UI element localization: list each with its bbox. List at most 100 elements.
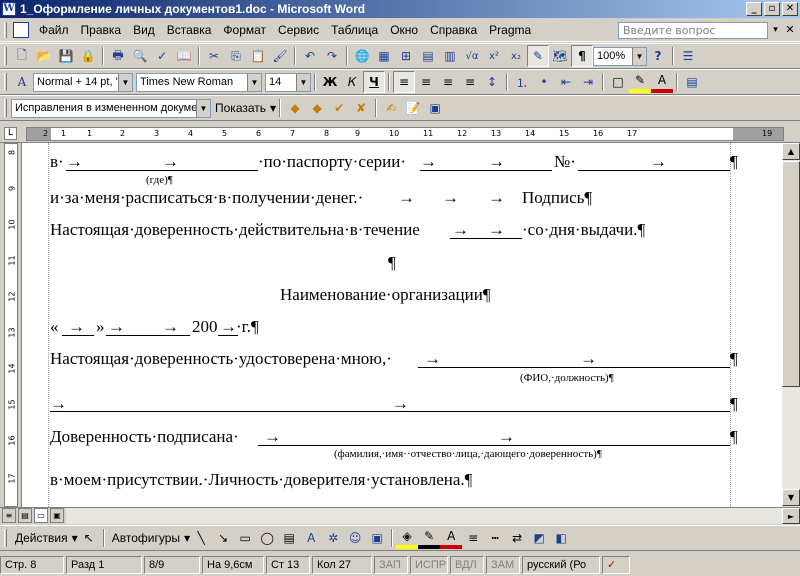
diagram-icon[interactable]: ✲ bbox=[322, 527, 344, 549]
doc-text[interactable]: Наименование·организации¶ bbox=[280, 285, 491, 305]
wordart-icon[interactable]: A bbox=[300, 527, 322, 549]
title-bar[interactable]: W 1_Оформление личных документов1.doc - … bbox=[0, 0, 800, 18]
dash-style-icon[interactable]: ┅ bbox=[484, 527, 506, 549]
bold-button[interactable]: Ж bbox=[319, 71, 341, 93]
scroll-up-icon[interactable]: ▲ bbox=[782, 143, 800, 160]
ask-question-dropdown-icon[interactable]: ▾ bbox=[769, 22, 782, 39]
horizontal-scrollbar[interactable] bbox=[66, 508, 782, 524]
menu-edit[interactable]: Правка bbox=[75, 23, 128, 37]
border-icon[interactable]: □ bbox=[607, 71, 629, 93]
web-layout-view-icon[interactable]: ▤ bbox=[18, 508, 32, 523]
doc-text[interactable]: ¶ bbox=[730, 349, 738, 369]
chevron-down-icon[interactable]: ▼ bbox=[196, 99, 210, 117]
toolbar-grip[interactable] bbox=[4, 47, 7, 65]
save-icon[interactable]: 💾 bbox=[55, 45, 77, 67]
vertical-scrollbar[interactable]: ▲ ▼ bbox=[782, 143, 800, 507]
select-objects-icon[interactable]: ↖ bbox=[78, 527, 100, 549]
reject-change-icon[interactable]: ✘ bbox=[350, 97, 372, 119]
show-menu-button[interactable]: Показать bbox=[211, 101, 270, 115]
font-select[interactable]: Times New Roman ▼ bbox=[136, 72, 262, 92]
normal-view-icon[interactable]: ≡ bbox=[2, 508, 16, 523]
close-button[interactable]: ✕ bbox=[782, 2, 798, 16]
status-extend[interactable]: ВДЛ bbox=[450, 555, 484, 574]
oval-icon[interactable]: ◯ bbox=[256, 527, 278, 549]
textbox-icon[interactable]: ▤ bbox=[278, 527, 300, 549]
doc-text[interactable]: » bbox=[96, 317, 105, 337]
doc-text[interactable]: Доверенность·подписана· bbox=[50, 427, 239, 447]
chevron-down-icon[interactable]: ▼ bbox=[296, 73, 310, 91]
maximize-button[interactable]: ▫ bbox=[764, 2, 780, 16]
vertical-ruler[interactable]: 8 9 10 11 12 13 14 15 16 17 bbox=[0, 143, 22, 507]
doc-text[interactable]: и·за·меня·расписаться·в·получении·денег.… bbox=[50, 188, 363, 208]
minimize-button[interactable]: _ bbox=[746, 2, 762, 16]
numbering-icon[interactable]: ⒈ bbox=[511, 71, 533, 93]
document-map-icon[interactable]: 🗺 bbox=[549, 45, 571, 67]
doc-text[interactable]: Настоящая·доверенность·действительна·в·т… bbox=[50, 220, 420, 240]
menu-grip[interactable] bbox=[4, 21, 7, 38]
doc-text[interactable]: №· bbox=[554, 152, 576, 172]
picture-icon[interactable]: ▣ bbox=[366, 527, 388, 549]
autoshapes-menu-button[interactable]: Автофигуры bbox=[108, 531, 184, 545]
arrow-icon[interactable]: ↘ bbox=[212, 527, 234, 549]
insert-comment-icon[interactable]: ✍ bbox=[380, 97, 402, 119]
print-preview-icon[interactable]: 🔍 bbox=[129, 45, 151, 67]
tables-borders-icon[interactable]: ▦ bbox=[373, 45, 395, 67]
display-for-review-select[interactable]: Исправления в измененном документ ▼ bbox=[11, 98, 211, 118]
doc-text[interactable]: ¶ bbox=[730, 427, 738, 447]
justify-icon[interactable]: ≡ bbox=[459, 71, 481, 93]
bullets-icon[interactable]: • bbox=[533, 71, 555, 93]
status-column[interactable]: Кол 27 bbox=[312, 555, 372, 574]
3d-style-icon[interactable]: ◧ bbox=[550, 527, 572, 549]
menu-pragma[interactable]: Pragma bbox=[483, 23, 537, 37]
permission-icon[interactable]: 🔒 bbox=[77, 45, 99, 67]
track-changes-icon[interactable]: 📝 bbox=[402, 97, 424, 119]
chevron-down-icon[interactable]: ▼ bbox=[247, 73, 261, 91]
scroll-down-icon[interactable]: ▼ bbox=[782, 489, 800, 506]
accept-change-icon[interactable]: ✔ bbox=[328, 97, 350, 119]
chevron-down-icon[interactable]: ▼ bbox=[118, 73, 132, 91]
spelling-status-icon[interactable]: ✓ bbox=[602, 555, 630, 574]
decrease-indent-icon[interactable]: ⇤ bbox=[555, 71, 577, 93]
show-formatting-icon[interactable]: ¶ bbox=[571, 45, 593, 67]
chevron-down-icon[interactable]: ▼ bbox=[270, 104, 276, 113]
next-change-icon[interactable]: ◆ bbox=[306, 97, 328, 119]
status-record-macro[interactable]: ЗАП bbox=[374, 555, 408, 574]
copy-icon[interactable]: ⎘ bbox=[225, 45, 247, 67]
cut-icon[interactable]: ✂ bbox=[203, 45, 225, 67]
menu-file[interactable]: Файл bbox=[33, 23, 75, 37]
menu-help[interactable]: Справка bbox=[424, 23, 483, 37]
line-color-icon[interactable]: ✎ bbox=[418, 527, 441, 549]
undo-icon[interactable]: ↶ bbox=[299, 45, 321, 67]
outline-view-icon[interactable]: ▣ bbox=[50, 508, 64, 523]
redo-icon[interactable]: ↷ bbox=[321, 45, 343, 67]
align-left-icon[interactable]: ≡ bbox=[393, 71, 415, 93]
status-line[interactable]: Ст 13 bbox=[266, 555, 310, 574]
toolbar-grip[interactable] bbox=[4, 529, 7, 547]
line-icon[interactable]: ╲ bbox=[190, 527, 212, 549]
previous-change-icon[interactable]: ◆ bbox=[284, 97, 306, 119]
font-color-icon[interactable]: A bbox=[440, 527, 463, 549]
menu-format[interactable]: Формат bbox=[217, 23, 272, 37]
doc-text[interactable]: ·со·дня·выдачи.¶ bbox=[522, 220, 645, 240]
scroll-thumb[interactable] bbox=[782, 161, 800, 387]
drawing-icon[interactable]: ✎ bbox=[527, 45, 549, 67]
fill-color-icon[interactable]: ◈ bbox=[396, 527, 419, 549]
menu-tools[interactable]: Сервис bbox=[272, 23, 325, 37]
toolbar-grip[interactable] bbox=[4, 99, 7, 117]
print-icon[interactable]: 🖶 bbox=[107, 45, 129, 67]
menu-window[interactable]: Окно bbox=[384, 23, 424, 37]
doc-caption[interactable]: (ФИО,·должность)¶ bbox=[520, 372, 614, 384]
horizontal-ruler[interactable]: L 2 1 1 2 3 4 5 6 7 8 9 10 11 12 13 14 1… bbox=[0, 124, 800, 143]
scroll-right-icon[interactable]: ► bbox=[782, 508, 800, 524]
arrow-style-icon[interactable]: ⇄ bbox=[506, 527, 528, 549]
doc-text[interactable]: ·по·паспорту·серии· bbox=[258, 152, 406, 172]
document-close-button[interactable]: ✕ bbox=[784, 23, 796, 37]
doc-text[interactable]: « bbox=[50, 317, 59, 337]
status-track-changes[interactable]: ИСПР bbox=[410, 555, 448, 574]
menu-view[interactable]: Вид bbox=[127, 23, 161, 37]
style-select[interactable]: Normal + 14 pt, ' ▼ bbox=[33, 72, 133, 92]
research-pane-icon[interactable]: ▤ bbox=[681, 71, 703, 93]
word-app-icon[interactable]: W bbox=[2, 2, 16, 16]
open-icon[interactable]: 📂 bbox=[33, 45, 55, 67]
font-size-select[interactable]: 14 ▼ bbox=[265, 72, 311, 92]
